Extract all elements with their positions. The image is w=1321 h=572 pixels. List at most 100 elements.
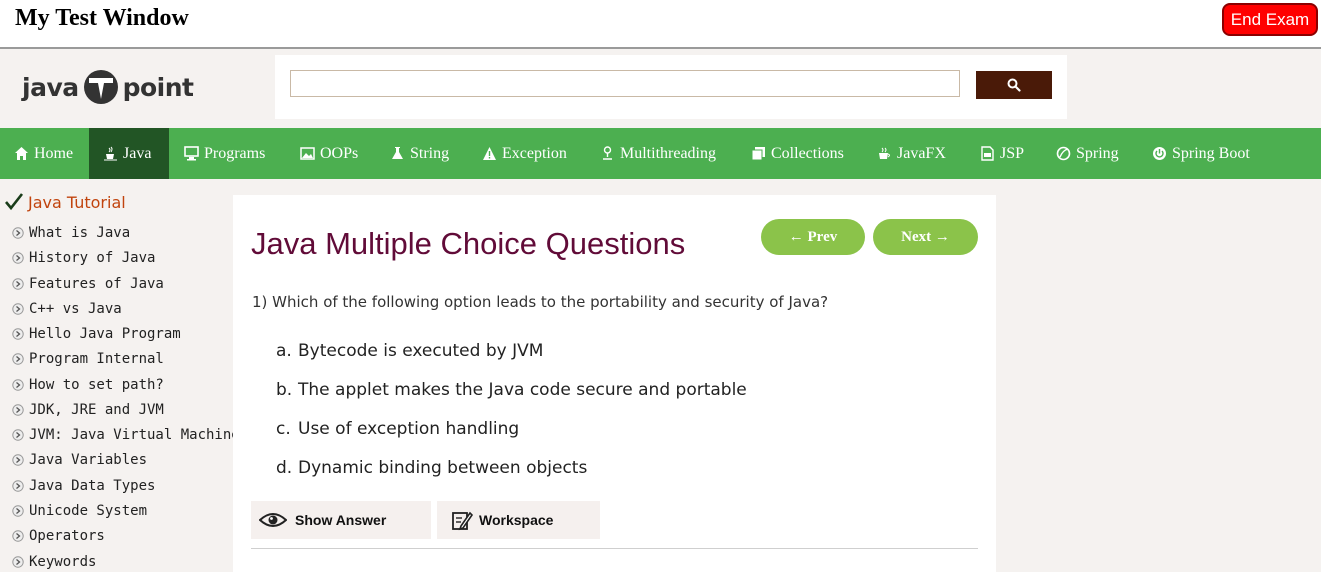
nav-item-programs[interactable]: Programs — [184, 128, 265, 179]
sidebar-item[interactable]: Program Internal — [12, 351, 164, 367]
nav-item-oops[interactable]: OOPs — [300, 128, 358, 179]
answer-option-b[interactable]: b. The applet makes the Java code secure … — [276, 380, 747, 400]
option-letter: d. — [276, 458, 293, 478]
sidebar-item-label: C++ vs Java — [29, 301, 122, 317]
nav-item-javafx[interactable]: JavaFX — [877, 128, 946, 179]
leaf-icon — [1056, 146, 1071, 161]
sidebar-item-label: Java Data Types — [29, 478, 156, 494]
sidebar-heading[interactable]: Java Tutorial — [4, 192, 126, 212]
sidebar-item-label: Program Internal — [29, 351, 164, 367]
logo-text-java: java — [22, 72, 79, 102]
main-nav: Home Java Programs OOPs String Exception… — [0, 128, 1321, 179]
nav-item-collections[interactable]: Collections — [751, 128, 844, 179]
sidebar-item-label: Keywords — [29, 554, 97, 570]
option-letter: a. — [276, 341, 292, 361]
answer-option-d[interactable]: d. Dynamic binding between objects — [276, 458, 587, 478]
arrow-circle-icon — [12, 227, 24, 239]
sidebar-item[interactable]: Features of Java — [12, 276, 164, 292]
arrow-circle-icon — [12, 505, 24, 517]
next-button[interactable]: Next → — [873, 219, 978, 255]
nav-item-spring-boot[interactable]: Spring Boot — [1152, 128, 1250, 179]
window-titlebar: My Test Window End Exam — [0, 0, 1321, 49]
content-divider — [251, 548, 978, 549]
monitor-icon — [184, 146, 199, 161]
search-icon — [1007, 78, 1021, 92]
sidebar-item[interactable]: JVM: Java Virtual Machine — [12, 427, 240, 443]
option-letter: b. — [276, 380, 293, 400]
option-text: Dynamic binding between objects — [298, 458, 588, 478]
arrow-circle-icon — [12, 252, 24, 264]
main-content: Java Multiple Choice Questions ← Prev Ne… — [233, 195, 996, 572]
person-icon — [603, 146, 612, 160]
sidebar-item[interactable]: History of Java — [12, 250, 155, 266]
sidebar-item-label: Operators — [29, 528, 105, 544]
copy-icon — [751, 147, 765, 161]
nav-item-java[interactable]: Java — [89, 128, 169, 179]
arrow-circle-icon — [12, 278, 24, 290]
end-exam-button[interactable]: End Exam — [1222, 3, 1318, 36]
nav-label: Multithreading — [620, 144, 716, 162]
question-text: 1) Which of the following option leads t… — [252, 293, 829, 311]
nav-label: String — [410, 144, 450, 162]
sidebar-item-label: How to set path? — [29, 377, 164, 393]
nav-label: JavaFX — [897, 144, 946, 162]
coffee-icon — [879, 147, 890, 159]
sidebar-item-label: History of Java — [29, 250, 156, 266]
sidebar-item[interactable]: How to set path? — [12, 377, 164, 393]
answer-option-a[interactable]: a. Bytecode is executed by JVM — [276, 341, 543, 361]
sidebar-item[interactable]: What is Java — [12, 225, 130, 241]
nav-label: Home — [34, 144, 74, 162]
sidebar-item-label: What is Java — [29, 225, 131, 241]
arrow-circle-icon — [12, 480, 24, 492]
flask-icon — [392, 147, 403, 159]
edit-note-icon — [452, 511, 473, 531]
sidebar-item-label: JDK, JRE and JVM — [29, 402, 164, 418]
arrow-circle-icon — [12, 454, 24, 466]
logo-t-icon — [83, 70, 118, 104]
nav-item-spring[interactable]: Spring — [1056, 128, 1119, 179]
site-header: java point — [0, 49, 1321, 128]
answer-option-c[interactable]: c. Use of exception handling — [276, 419, 519, 439]
nav-item-multithreading[interactable]: Multithreading — [600, 128, 716, 179]
checkmark-icon — [5, 193, 24, 211]
option-text: The applet makes the Java code secure an… — [298, 380, 747, 400]
sidebar-item[interactable]: C++ vs Java — [12, 301, 122, 317]
nav-label: Programs — [204, 144, 266, 162]
arrow-circle-icon — [12, 303, 24, 315]
nav-item-jsp[interactable]: JSP — [980, 128, 1024, 179]
prev-button[interactable]: ← Prev — [761, 219, 865, 255]
search-input[interactable] — [290, 70, 960, 97]
option-text: Use of exception handling — [298, 419, 520, 439]
window-title: My Test Window — [15, 5, 189, 31]
sidebar-item[interactable]: Java Variables — [12, 452, 147, 468]
nav-label: OOPs — [320, 144, 359, 162]
arrow-circle-icon — [12, 429, 24, 441]
nav-label: Java — [123, 144, 152, 162]
sidebar-item[interactable]: Hello Java Program — [12, 326, 181, 342]
arrow-circle-icon — [12, 328, 24, 340]
nav-label: Spring — [1076, 144, 1119, 162]
sidebar-item[interactable]: Operators — [12, 528, 105, 544]
nav-label: JSP — [1000, 144, 1025, 162]
nav-label: Collections — [771, 144, 844, 162]
nav-item-home[interactable]: Home — [14, 128, 73, 179]
arrow-circle-icon — [12, 379, 24, 391]
nav-item-exception[interactable]: Exception — [482, 128, 567, 179]
sidebar-item[interactable]: Keywords — [12, 554, 96, 570]
nav-label: Exception — [502, 144, 567, 162]
nav-item-string[interactable]: String — [390, 128, 449, 179]
home-icon — [15, 147, 28, 160]
javatpoint-logo[interactable]: java point — [22, 67, 194, 107]
page-title: Java Multiple Choice Questions — [251, 226, 686, 261]
sidebar-item[interactable]: Unicode System — [12, 503, 147, 519]
sidebar-item-label: Hello Java Program — [29, 326, 181, 342]
workspace-button[interactable]: Workspace — [437, 501, 600, 539]
arrow-circle-icon — [12, 353, 24, 365]
logo-text-point: point — [122, 72, 194, 102]
search-button[interactable] — [976, 71, 1052, 99]
nav-label: Spring Boot — [1172, 144, 1250, 162]
sidebar-item-label: Java Variables — [29, 452, 148, 468]
sidebar-item[interactable]: Java Data Types — [12, 478, 155, 494]
sidebar-item[interactable]: JDK, JRE and JVM — [12, 402, 164, 418]
show-answer-button[interactable]: Show Answer — [251, 501, 431, 539]
